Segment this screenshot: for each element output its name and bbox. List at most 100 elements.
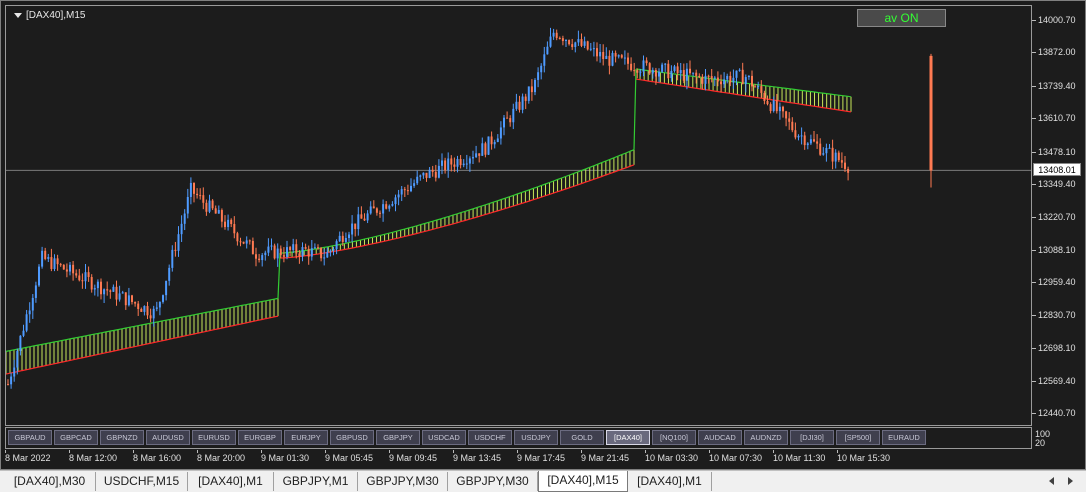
candle-body	[689, 68, 691, 74]
candle-body	[444, 160, 447, 171]
candle-body	[146, 306, 149, 316]
symbol-button[interactable]: GBPUSD	[330, 430, 374, 445]
candle-body	[837, 152, 840, 161]
candle-body	[217, 210, 220, 214]
candle-body	[255, 254, 257, 259]
candle-body	[121, 292, 124, 294]
time-tick-label: 9 Mar 21:45	[581, 453, 630, 463]
candle-body	[118, 293, 121, 300]
chart-tab[interactable]: GBPJPY,M30	[358, 472, 448, 491]
chart-tab[interactable]: [DAX40],M15	[538, 471, 628, 492]
candle-body	[558, 37, 561, 39]
candle-body	[509, 118, 512, 123]
candle-body	[614, 52, 617, 57]
candle-body	[462, 163, 465, 166]
candle-body	[338, 235, 341, 242]
symbol-button[interactable]: GBPJPY	[376, 430, 420, 445]
symbol-button[interactable]: EURGBP	[238, 430, 282, 445]
symbol-button[interactable]: AUDCAD	[698, 430, 742, 445]
tabs-scroll-right-button[interactable]	[1064, 475, 1076, 487]
symbol-button[interactable]: GBPAUD	[8, 430, 52, 445]
candle-body	[521, 96, 524, 110]
symbol-button[interactable]: [DJI30]	[790, 430, 834, 445]
candle-body	[751, 75, 753, 87]
candle-body	[692, 72, 695, 74]
symbol-button[interactable]: [SP500]	[836, 430, 880, 445]
chart-menu-arrow-icon[interactable]	[14, 13, 22, 18]
candle-body	[447, 158, 450, 171]
price-tick	[1032, 118, 1036, 120]
candle-body	[276, 248, 279, 259]
candle-body	[310, 248, 313, 257]
chart-tab[interactable]: GBPJPY,M1	[274, 472, 358, 491]
candle-body	[230, 219, 233, 225]
chart-title[interactable]: [DAX40],M15	[14, 10, 85, 21]
candle-body	[7, 384, 9, 386]
candle-body	[484, 143, 487, 155]
symbol-button[interactable]: AUDUSD	[146, 430, 190, 445]
candle-body	[543, 54, 546, 66]
candle-body	[828, 147, 831, 149]
candle-body	[41, 250, 44, 267]
candle-body	[763, 92, 766, 102]
candle-body	[59, 264, 62, 266]
candle-body	[627, 57, 629, 64]
trading-app: [DAX40],M15 av ON 14000.70 13872.00 13739.…	[0, 0, 1086, 492]
symbol-button[interactable]: USDJPY	[514, 430, 558, 445]
symbol-button[interactable]: USDCHF	[468, 430, 512, 445]
candle-body	[698, 75, 701, 77]
candle-body	[580, 39, 583, 46]
candle-body	[648, 63, 651, 74]
price-tick-label: 14000.70	[1038, 14, 1076, 25]
candle-body	[816, 141, 819, 144]
symbol-button[interactable]: EURAUD	[882, 430, 926, 445]
candle-body	[193, 182, 195, 194]
symbol-button[interactable]: [DAX40]	[606, 430, 650, 445]
symbol-button[interactable]: [NQ100]	[652, 430, 696, 445]
chart-tab[interactable]: USDCHF,M15	[96, 472, 188, 491]
candle-body	[313, 247, 316, 249]
symbol-button[interactable]: EURJPY	[284, 430, 328, 445]
candle-body	[273, 245, 276, 259]
candle-body	[620, 55, 623, 58]
current-price-label: 13408.01	[1033, 163, 1081, 177]
chart-tab[interactable]: [DAX40],M1	[628, 472, 712, 491]
symbol-button[interactable]: GBPCAD	[54, 430, 98, 445]
candle-body	[317, 247, 319, 249]
candle-body	[286, 247, 288, 257]
candle-body	[208, 200, 211, 212]
candle-body	[493, 141, 496, 145]
symbol-button[interactable]: GBPNZD	[100, 430, 144, 445]
time-tick-label: 10 Mar 11:30	[773, 453, 826, 463]
av-toggle-button[interactable]: av ON	[857, 9, 946, 27]
chart-title-text: [DAX40],M15	[26, 10, 86, 21]
candle-body	[766, 101, 769, 105]
chart-tab[interactable]: [DAX40],M1	[188, 472, 274, 491]
candle-body	[251, 240, 254, 255]
candle-body	[437, 165, 440, 178]
candle-body	[760, 86, 763, 93]
candle-body	[840, 160, 843, 163]
candle-body	[577, 39, 580, 43]
candle-body	[69, 264, 71, 272]
time-tick-label: 9 Mar 09:45	[389, 453, 438, 463]
symbol-button[interactable]: USDCAD	[422, 430, 466, 445]
tabs-scroll-left-button[interactable]	[1046, 475, 1058, 487]
candle-body	[72, 264, 75, 274]
candle-body	[453, 164, 456, 167]
candle-body	[664, 63, 667, 65]
symbol-button[interactable]: GOLD	[560, 430, 604, 445]
price-tick-label: 13478.10	[1038, 146, 1076, 157]
candle-body	[496, 138, 499, 142]
candle-body	[388, 205, 391, 209]
symbol-button[interactable]: AUDNZD	[744, 430, 788, 445]
candle-body	[565, 40, 567, 42]
chart-tab[interactable]: [DAX40],M30	[4, 472, 96, 491]
candle-body	[332, 249, 335, 251]
candle-body	[679, 70, 682, 74]
candle-body	[369, 206, 372, 214]
chart-tab[interactable]: GBPJPY,M30	[448, 472, 538, 491]
price-chart[interactable]: [DAX40],M15 av ON	[5, 5, 1032, 426]
candle-body	[62, 264, 65, 270]
symbol-button[interactable]: EURUSD	[192, 430, 236, 445]
